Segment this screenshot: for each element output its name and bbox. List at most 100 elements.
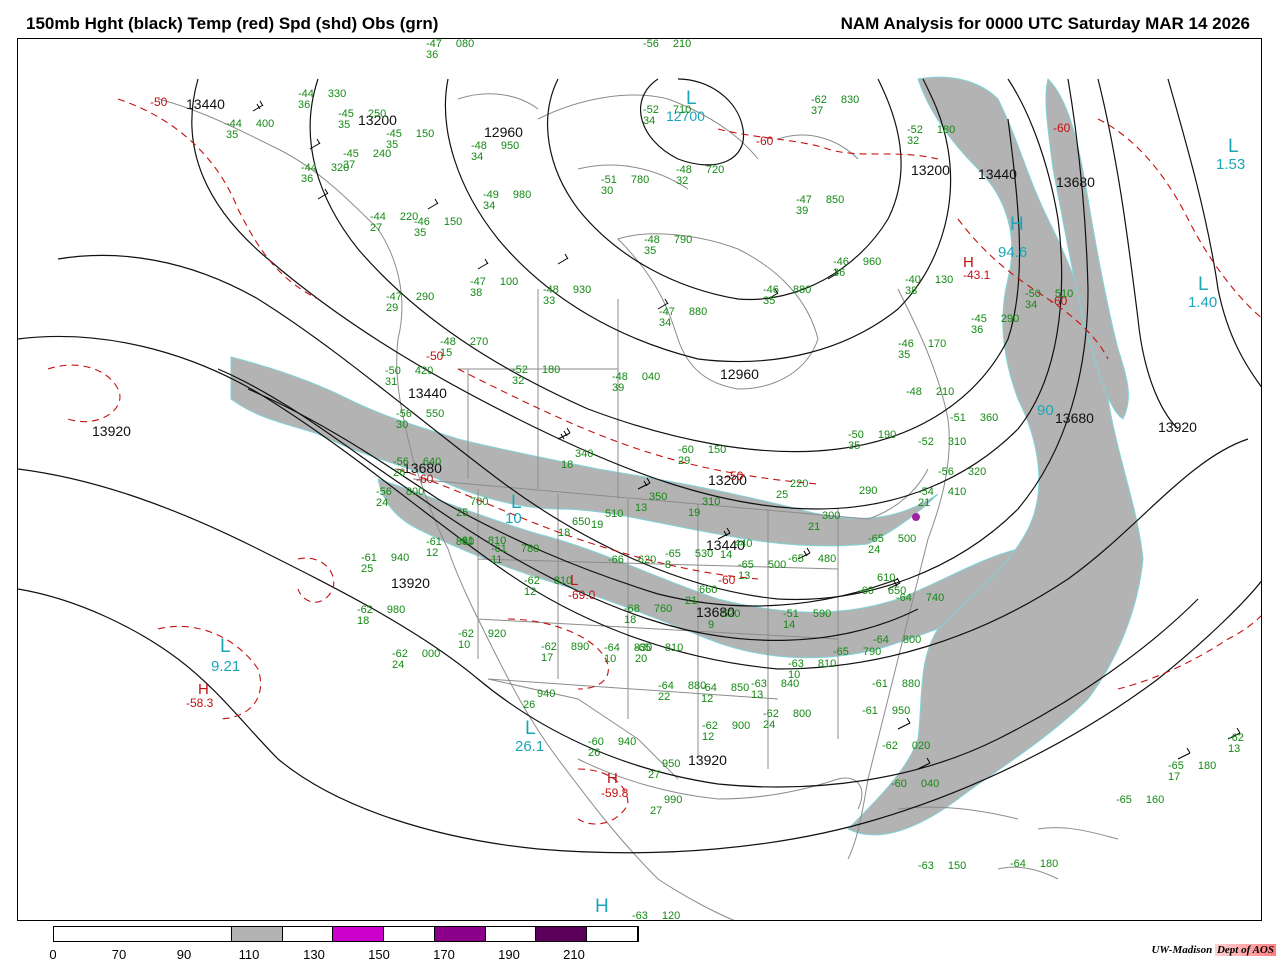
obs-height: 950: [500, 140, 520, 152]
obs-height: 020: [911, 740, 931, 752]
station-obs: -62 830 37: [811, 95, 859, 117]
station-obs: 340 18: [561, 449, 593, 471]
center-value: 26.1: [515, 738, 545, 755]
station-obs: -47 850 39: [796, 195, 844, 217]
station-obs: -56 550 30: [396, 409, 444, 431]
obs-height: 840: [780, 678, 800, 690]
obs-height: 290: [415, 291, 435, 303]
station-obs: -52 710 34: [643, 105, 691, 127]
obs-height: 270: [469, 336, 489, 348]
station-obs: 220 25: [776, 479, 808, 501]
obs-dewpoint: 18: [624, 614, 637, 626]
obs-height: 510: [605, 508, 624, 520]
obs-dewpoint: 24: [376, 497, 389, 509]
obs-height: 310: [947, 436, 967, 448]
obs-dewpoint: 32: [907, 135, 920, 147]
obs-dewpoint: 18: [561, 459, 574, 471]
obs-height: 170: [927, 338, 947, 350]
obs-height: 800: [405, 486, 425, 498]
obs-dewpoint: 36: [301, 173, 314, 185]
station-obs: -56 800 24: [376, 487, 424, 509]
station-obs: -61 950: [862, 706, 910, 717]
obs-height: 210: [672, 38, 692, 50]
obs-dewpoint: 34: [643, 115, 656, 127]
station-obs: 290: [845, 486, 877, 497]
colorbar-segment: [485, 927, 537, 941]
obs-height: 520: [722, 608, 741, 620]
station-obs: 650 18: [558, 517, 590, 539]
obs-temp: -65: [833, 646, 849, 658]
obs-temp: -60: [891, 778, 907, 790]
station-obs: -61 880: [872, 679, 920, 690]
obs-dewpoint: 26: [523, 699, 536, 711]
station-obs: -47 100 38: [470, 277, 518, 299]
station-obs: -62 890 17: [541, 642, 589, 664]
center-value: 9.21: [211, 658, 241, 675]
obs-dewpoint: 36: [426, 49, 439, 61]
obs-dewpoint: 35: [338, 119, 351, 131]
colorbar-segment: [587, 927, 638, 941]
station-obs: -56 320: [938, 467, 986, 478]
obs-dewpoint: 10: [458, 639, 471, 651]
station-obs: -62 000 24: [392, 649, 440, 671]
obs-height: 220: [790, 478, 809, 490]
obs-dewpoint: 27: [370, 222, 383, 234]
station-obs: -50 510 34: [1025, 289, 1073, 311]
station-obs: -62 810 12: [524, 576, 572, 598]
station-obs: -64 180: [1010, 859, 1058, 870]
station-obs: -68 760 18: [624, 604, 672, 626]
map-panel: 13440 13200 12960 12700 13200 13440 1368…: [17, 38, 1262, 921]
center-symbol: H: [1010, 214, 1024, 235]
obs-dewpoint: 35: [848, 440, 861, 452]
jet-streak-atlantic: [847, 76, 1144, 836]
obs-height: 880: [688, 306, 708, 318]
obs-height: 660: [699, 584, 718, 596]
obs-height: 150: [707, 444, 727, 456]
station-obs: -51 590 14: [783, 609, 831, 631]
obs-dewpoint: 32: [512, 375, 525, 387]
station-obs: -56 210: [643, 39, 691, 50]
station-obs: -50 190 35: [848, 430, 896, 452]
height-label: 13680: [1055, 410, 1094, 426]
obs-height: 810: [817, 658, 837, 670]
credit-org: UW-Madison: [1151, 944, 1213, 956]
obs-height: 320: [967, 466, 987, 478]
obs-dewpoint: 35: [898, 349, 911, 361]
obs-dewpoint: 18: [357, 615, 370, 627]
obs-dewpoint: 37: [811, 105, 824, 117]
colorbar-segment: [536, 927, 588, 941]
obs-height: 440: [734, 538, 753, 550]
height-label: 13920: [391, 575, 430, 591]
station-obs: -65 790: [833, 647, 881, 658]
station-obs: -61 940 25: [361, 553, 409, 575]
obs-height: 150: [415, 128, 435, 140]
obs-height: 150: [947, 860, 967, 872]
station-obs: -65 500 24: [868, 534, 916, 556]
obs-height: 810: [664, 642, 684, 654]
obs-dewpoint: 35: [644, 245, 657, 257]
temp-center-value: -59.8: [601, 786, 629, 800]
obs-height: 920: [487, 628, 507, 640]
obs-dewpoint: 30: [601, 185, 614, 197]
station-obs: -65 810 20: [635, 643, 683, 665]
colorbar-segment: [282, 927, 334, 941]
station-obs: -44 400 35: [226, 119, 274, 141]
obs-height: 780: [520, 543, 540, 555]
obs-height: 290: [859, 485, 878, 497]
station-obs: -46 960 36: [833, 257, 881, 279]
temp-contour-k: [1117, 615, 1261, 690]
height-label: 12960: [484, 124, 523, 140]
obs-height: 040: [641, 371, 661, 383]
obs-dewpoint: 38: [905, 285, 918, 297]
obs-height: 650: [887, 585, 907, 597]
coastline-hudson-bay: [617, 233, 819, 390]
obs-dewpoint: 35: [226, 129, 239, 141]
temp-label: -50: [150, 95, 168, 109]
obs-dewpoint: 25: [776, 489, 789, 501]
station-obs: -44 220 27: [370, 212, 418, 234]
obs-dewpoint: 24: [392, 659, 405, 671]
center-symbol: L: [525, 718, 536, 739]
temp-center-symbol: H: [607, 770, 618, 787]
map-title: 150mb Hght (black) Temp (red) Spd (shd) …: [26, 14, 439, 33]
height-label: 13920: [1158, 419, 1197, 435]
